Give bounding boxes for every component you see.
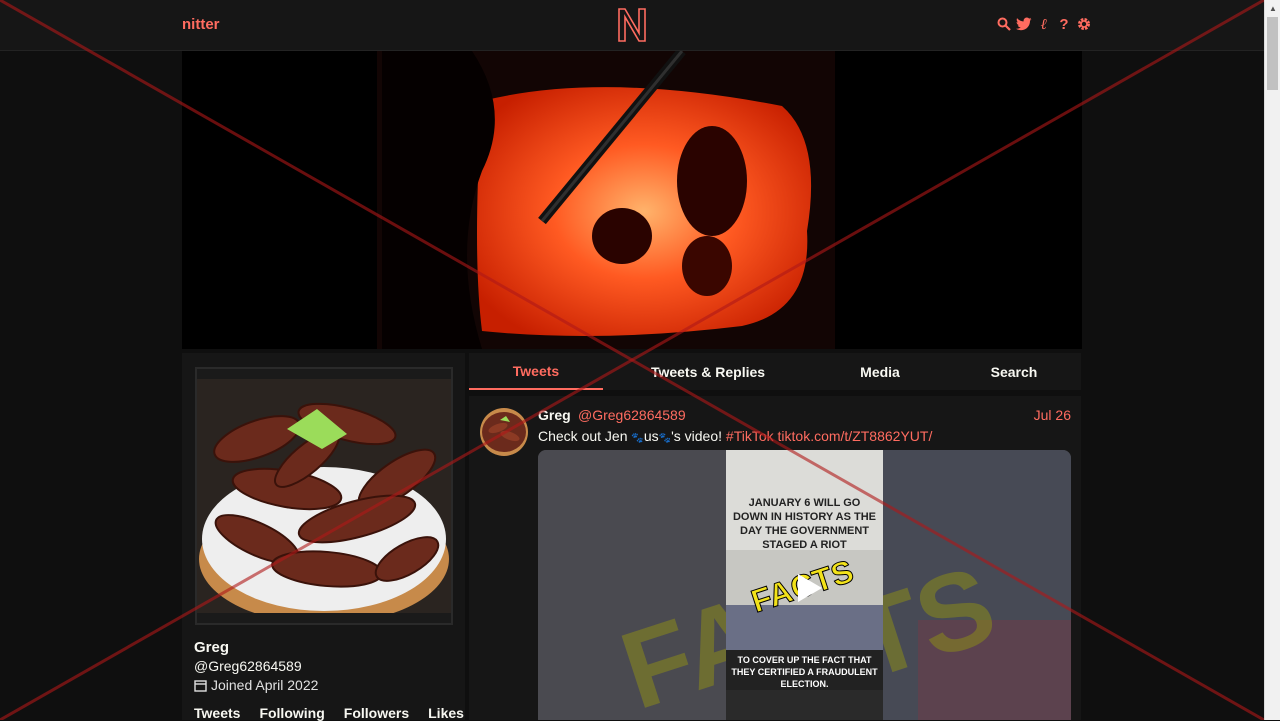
brand-link[interactable]: nitter (182, 16, 220, 33)
tweet-author-name[interactable]: Greg (538, 407, 571, 423)
bacon-image (197, 369, 451, 623)
fire-banner-image (182, 51, 1082, 349)
timeline-tabs: Tweets Tweets & Replies Media Search (469, 353, 1081, 390)
tweet-avatar[interactable] (480, 408, 528, 456)
profile-banner[interactable] (182, 51, 1082, 349)
tab-tweets[interactable]: Tweets (469, 353, 603, 390)
profile-card: Greg @Greg62864589 Joined April 2022 Twe… (182, 353, 465, 721)
page-scrollbar[interactable]: ▲ (1264, 0, 1280, 720)
tweet-text: Check out Jen 🐾us🐾's video! #TikTok tikt… (538, 428, 932, 444)
gear-icon[interactable] (1076, 15, 1092, 33)
tab-search[interactable]: Search (961, 353, 1067, 390)
tab-media[interactable]: Media (827, 353, 933, 390)
tweet-text-mid: us (643, 428, 659, 444)
media-caption-top: JANUARY 6 WILL GO DOWN IN HISTORY AS THE… (732, 497, 876, 551)
profile-stats: Tweets Following Followers Likes (194, 705, 464, 721)
tiktok-link[interactable]: tiktok.com/t/ZT8862YUT/ (778, 428, 933, 444)
play-icon[interactable] (790, 570, 826, 606)
nitter-logo[interactable] (616, 7, 648, 43)
navbar: nitter ℓ ? (0, 0, 1264, 51)
stat-tweets[interactable]: Tweets (194, 705, 240, 721)
paw-emoji-icon: 🐾 (631, 433, 644, 444)
scroll-up-arrow-icon[interactable]: ▲ (1265, 0, 1280, 16)
tweet[interactable]: Greg @Greg62864589 Jul 26 Check out Jen … (469, 396, 1081, 720)
twitter-icon[interactable] (1016, 15, 1032, 33)
search-icon[interactable] (996, 15, 1012, 33)
stat-followers[interactable]: Followers (344, 705, 409, 721)
profile-avatar[interactable] (195, 367, 453, 625)
tweet-date[interactable]: Jul 26 (1034, 407, 1071, 423)
paw-emoji-icon: 🐾 (658, 433, 672, 444)
tweet-text-before: Check out Jen (538, 428, 632, 444)
joined-date: Joined April 2022 (194, 677, 318, 693)
bacon-avatar-image (480, 408, 528, 456)
hashtag-link[interactable]: #TikTok (726, 428, 774, 444)
scroll-thumb[interactable] (1267, 17, 1278, 90)
media-caption-bottom: TO COVER UP THE FACT THAT THEY CERTIFIED… (731, 655, 878, 689)
rss-icon[interactable]: ℓ (1036, 15, 1052, 33)
calendar-icon (194, 679, 207, 692)
profile-name[interactable]: Greg (194, 639, 229, 656)
tab-tweets-replies[interactable]: Tweets & Replies (629, 353, 787, 390)
tweet-text-after: 's video! (671, 428, 726, 444)
nav-icons: ℓ ? (996, 15, 1092, 33)
help-icon[interactable]: ? (1056, 15, 1072, 33)
joined-text: Joined April 2022 (211, 677, 319, 693)
tweet-author-handle[interactable]: @Greg62864589 (578, 407, 686, 423)
stat-likes[interactable]: Likes (428, 705, 464, 721)
stat-following[interactable]: Following (259, 705, 324, 721)
tweet-media[interactable]: FA TS JANUARY 6 WILL GO DOWN IN HISTORY … (538, 450, 1071, 720)
profile-handle[interactable]: @Greg62864589 (194, 658, 302, 674)
